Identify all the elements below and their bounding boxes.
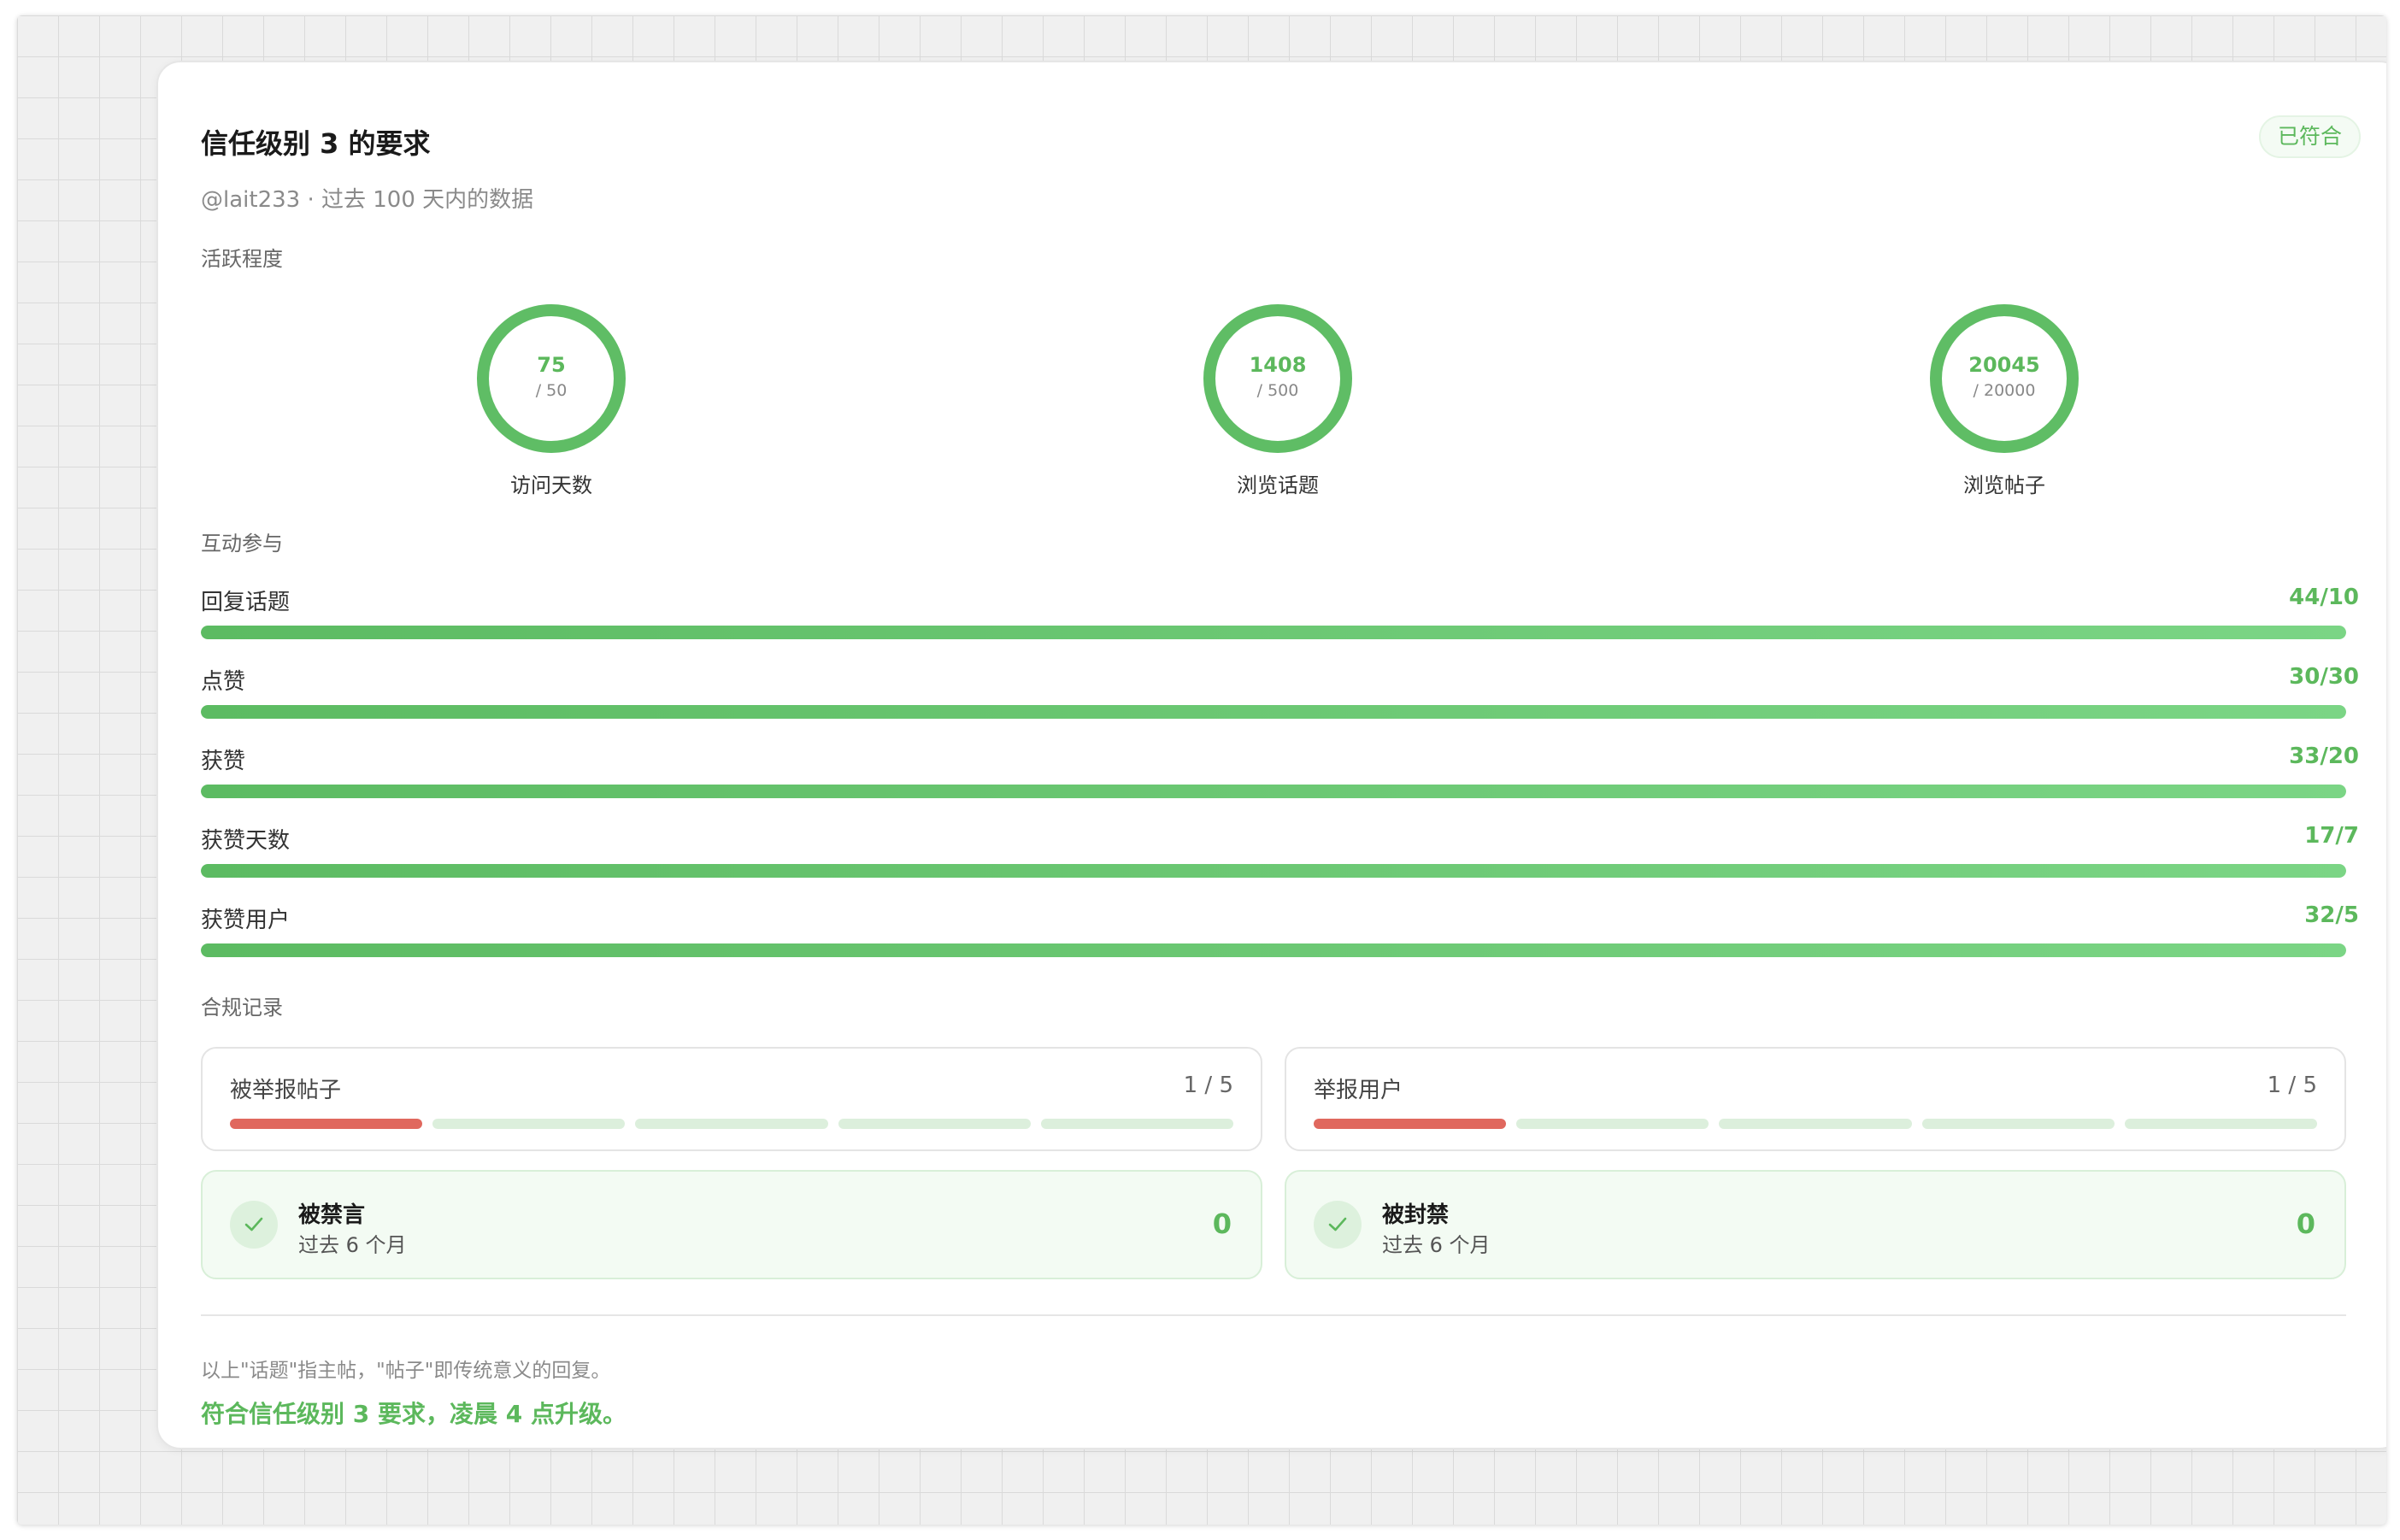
bar-value-liked-days: 17/7 — [2304, 823, 2359, 849]
bar-value-likes-received: 33/20 — [2289, 744, 2359, 769]
section-label-engagement: 互动参与 — [201, 532, 283, 555]
card-title: 信任级别 3 的要求 — [201, 127, 431, 160]
ring-target: / 20000 — [1973, 381, 2036, 400]
segment-empty — [1719, 1119, 1912, 1129]
ring-label-topics-viewed: 浏览话题 — [1237, 473, 1319, 497]
trust-level-card: 信任级别 3 的要求 已符合 @lait233 · 过去 100 天内的数据 活… — [156, 61, 2386, 1449]
suspended-status-box: 被封禁 过去 6 个月 0 — [1285, 1170, 2346, 1279]
check-icon — [1314, 1201, 1362, 1249]
bar-value-replies: 44/10 — [2289, 585, 2359, 610]
card-subtitle: @lait233 · 过去 100 天内的数据 — [201, 187, 534, 213]
ring-target: / 500 — [1256, 381, 1299, 400]
reported-users-label: 举报用户 — [1314, 1078, 1403, 1103]
reported-users-count: 1 / 5 — [2267, 1073, 2317, 1098]
reported-posts-segments — [230, 1119, 1234, 1129]
reported-posts-box: 被举报帖子 1 / 5 — [201, 1047, 1262, 1151]
bar-value-likes-given: 30/30 — [2289, 664, 2359, 690]
check-icon — [230, 1201, 278, 1249]
progress-bar-liked-days — [201, 864, 2346, 878]
segment-empty — [432, 1119, 626, 1129]
silenced-period: 过去 6 个月 — [298, 1233, 407, 1257]
reported-users-segments — [1314, 1119, 2318, 1129]
progress-fill — [201, 864, 2346, 878]
bar-value-liked-users: 32/5 — [2304, 902, 2359, 928]
ring-label-posts-read: 浏览帖子 — [1963, 473, 2045, 497]
bar-label-likes-received: 获赞 — [201, 749, 246, 774]
ring-value: 20045 — [1968, 353, 2040, 377]
silenced-title: 被禁言 — [298, 1202, 366, 1228]
suspended-title: 被封禁 — [1382, 1202, 1450, 1228]
progress-fill — [201, 626, 2346, 639]
progress-bar-liked-users — [201, 943, 2346, 957]
bar-label-liked-days: 获赞天数 — [201, 828, 291, 854]
silenced-status-box: 被禁言 过去 6 个月 0 — [201, 1170, 1262, 1279]
ring-posts-read-graphic — [1930, 304, 2079, 453]
ring-posts-read: 20045 / 20000 — [1927, 302, 2081, 456]
section-label-activity: 活跃程度 — [201, 247, 283, 271]
ring-visit-days: 75 / 50 — [474, 302, 628, 456]
ring-value: 75 — [537, 353, 566, 377]
bar-label-liked-users: 获赞用户 — [201, 908, 291, 933]
progress-fill — [201, 705, 2346, 719]
ring-label-visit-days: 访问天数 — [510, 473, 592, 497]
app-window: 信任级别 3 的要求 已符合 @lait233 · 过去 100 天内的数据 活… — [17, 15, 2386, 1525]
segment-empty — [2124, 1119, 2318, 1129]
suspended-count: 0 — [2296, 1208, 2315, 1240]
section-label-compliance: 合规记录 — [201, 996, 283, 1020]
reported-posts-label: 被举报帖子 — [230, 1078, 342, 1103]
segment-empty — [1040, 1119, 1234, 1129]
upgrade-conclusion: 符合信任级别 3 要求，凌晨 4 点升级。 — [201, 1400, 626, 1428]
ring-value: 1408 — [1249, 353, 1307, 377]
bar-label-likes-given: 点赞 — [201, 669, 246, 695]
status-badge: 已符合 — [2258, 115, 2361, 158]
ring-target: / 50 — [535, 381, 568, 400]
segment-empty — [1516, 1119, 1709, 1129]
ring-visit-days-graphic — [477, 304, 626, 453]
silenced-count: 0 — [1212, 1208, 1232, 1240]
ring-topics-viewed: 1408 / 500 — [1201, 302, 1355, 456]
progress-bar-likes-received — [201, 785, 2346, 798]
progress-bar-replies — [201, 626, 2346, 639]
reported-users-box: 举报用户 1 / 5 — [1285, 1047, 2346, 1151]
reported-posts-count: 1 / 5 — [1183, 1073, 1233, 1098]
segment-filled — [1314, 1119, 1507, 1129]
segment-empty — [1921, 1119, 2115, 1129]
progress-fill — [201, 943, 2346, 957]
suspended-period: 过去 6 个月 — [1382, 1233, 1491, 1257]
bar-label-replies: 回复话题 — [201, 590, 291, 615]
ring-topics-viewed-graphic — [1203, 304, 1352, 453]
progress-bar-likes-given — [201, 705, 2346, 719]
divider — [201, 1314, 2346, 1316]
segment-empty — [635, 1119, 828, 1129]
progress-fill — [201, 785, 2346, 798]
footnote: 以上"话题"指主帖，"帖子"即传统意义的回复。 — [201, 1360, 611, 1382]
segment-empty — [838, 1119, 1031, 1129]
segment-filled — [230, 1119, 423, 1129]
